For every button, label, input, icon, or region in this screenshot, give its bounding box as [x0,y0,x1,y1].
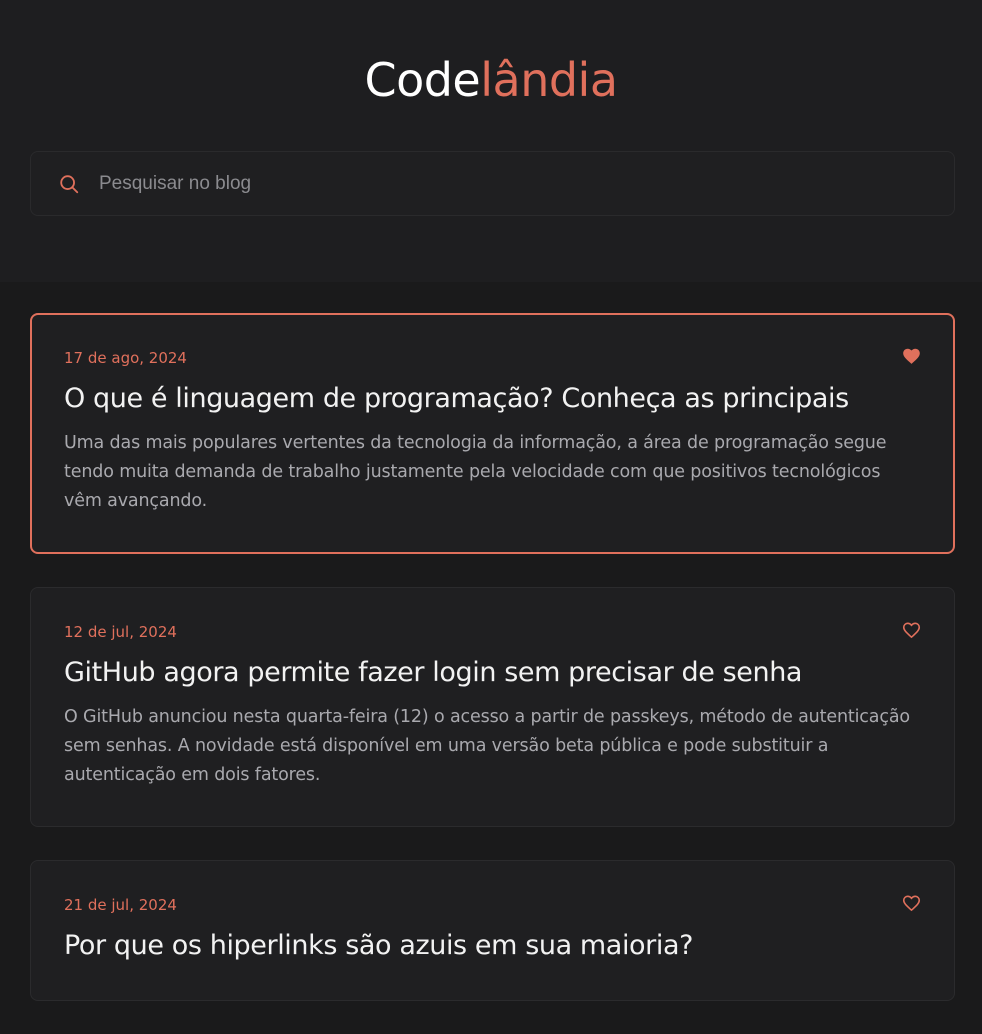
logo-part-code: Code [364,53,481,107]
search-bar[interactable] [30,151,955,216]
post-excerpt: Uma das mais populares vertentes da tecn… [64,433,887,511]
heart-filled-icon[interactable] [902,347,921,365]
post-excerpt: O GitHub anunciou nesta quarta-feira (12… [64,707,910,785]
post-title[interactable]: GitHub agora permite fazer login sem pre… [64,655,921,691]
post-date: 12 de jul, 2024 [64,623,177,641]
post-title[interactable]: Por que os hiperlinks são azuis em sua m… [64,928,921,964]
post-date: 17 de ago, 2024 [64,349,187,367]
heart-outline-icon[interactable] [902,621,921,639]
logo-part-landia: lândia [480,53,618,107]
header: Codelândia [0,0,982,282]
post-card[interactable]: 12 de jul, 2024 GitHub agora permite faz… [30,587,955,827]
search-input[interactable] [99,152,939,215]
post-title[interactable]: O que é linguagem de programação? Conheç… [64,381,921,417]
post-card[interactable]: 21 de jul, 2024 Por que os hiperlinks sã… [30,860,955,1001]
search-icon [60,175,79,194]
heart-outline-icon[interactable] [902,894,921,912]
post-card[interactable]: 17 de ago, 2024 O que é linguagem de pro… [30,313,955,554]
post-date: 21 de jul, 2024 [64,896,177,914]
post-list: 17 de ago, 2024 O que é linguagem de pro… [30,313,955,1034]
logo: Codelândia [0,52,982,108]
